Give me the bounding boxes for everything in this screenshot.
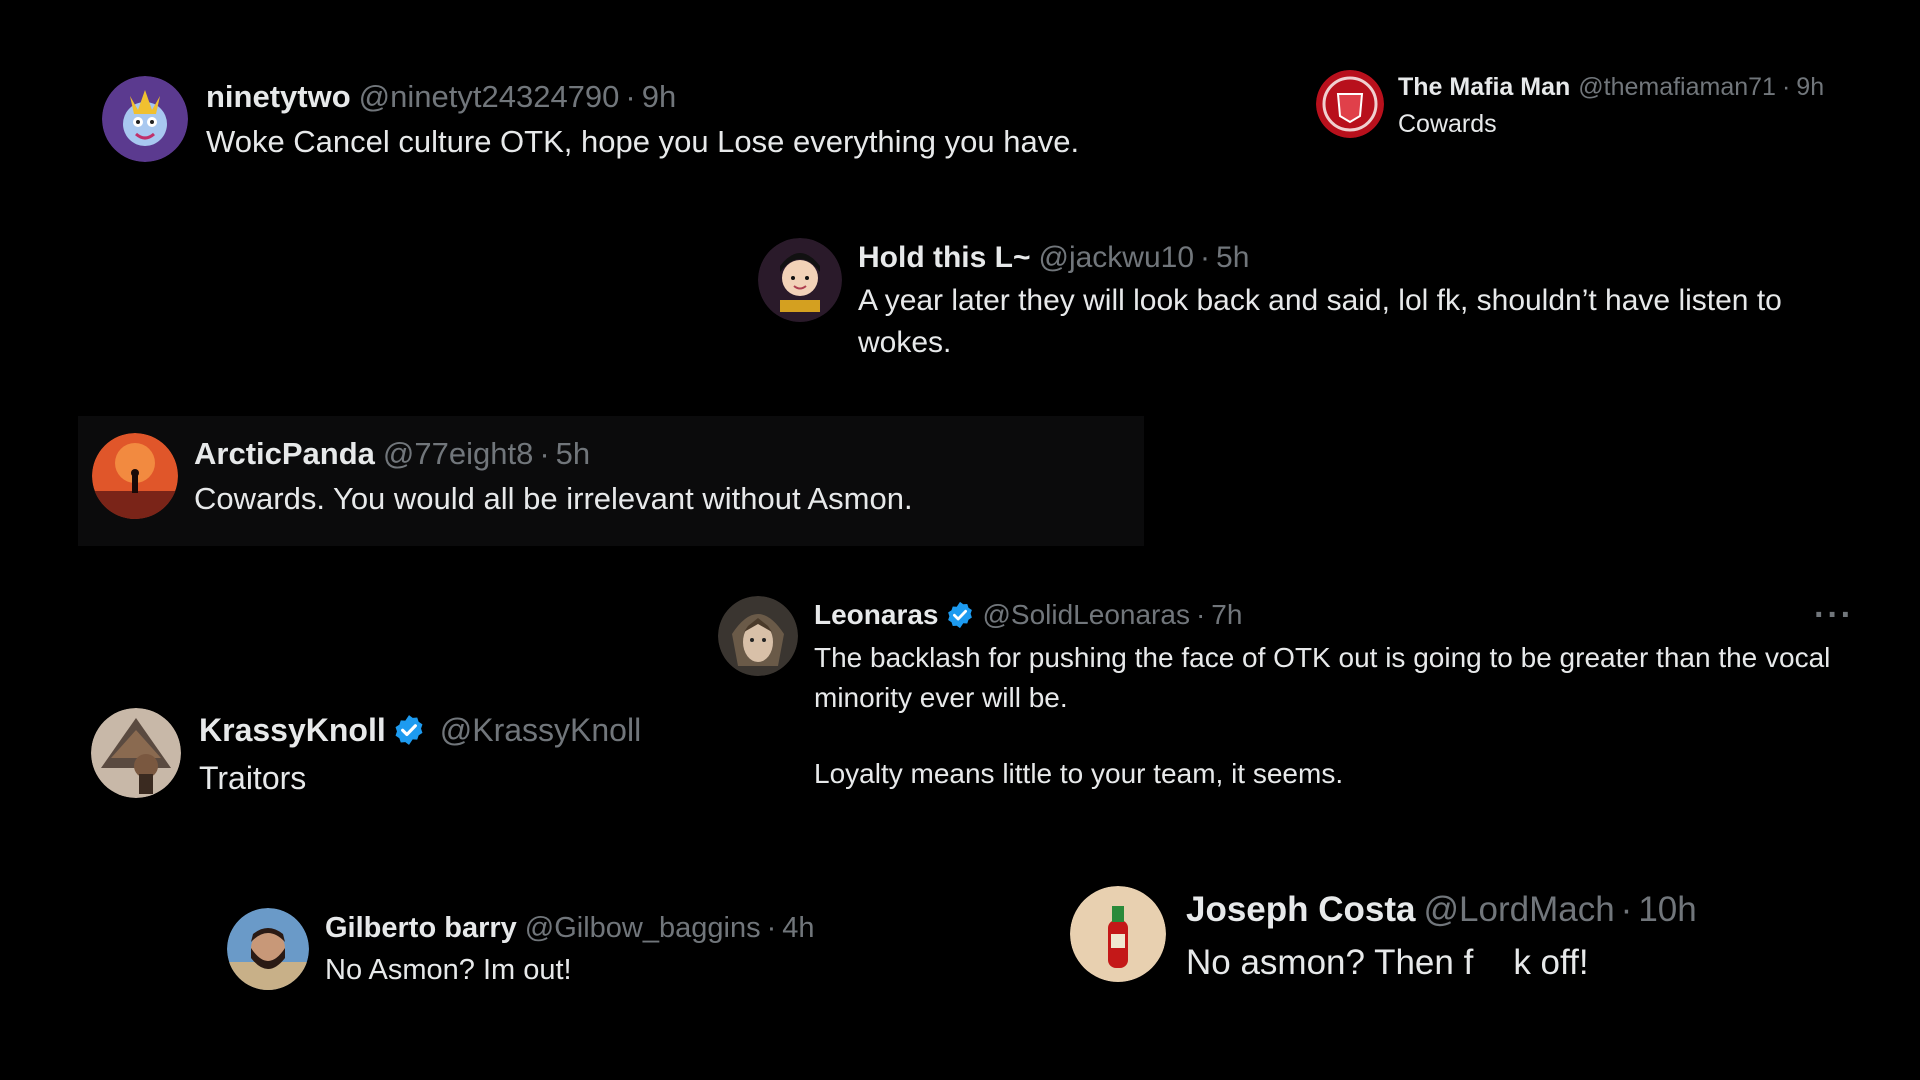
user-handle[interactable]: @KrassyKnoll [440,712,641,749]
separator-dot: · [1620,890,1633,929]
display-name[interactable]: ninetytwo [206,79,351,115]
user-handle[interactable]: @ninetyt24324790 [359,79,620,115]
tweet-text: Cowards [1398,110,1497,138]
avatar[interactable] [102,76,188,162]
display-name[interactable]: ArcticPanda [194,436,375,472]
user-handle[interactable]: @LordMach [1424,890,1615,930]
tweet-text: The backlash for pushing the face of OTK… [814,642,1831,713]
user-handle[interactable]: @77eight8 [383,436,533,472]
verified-badge-icon [945,600,975,630]
tweet-text: Cowards. You would all be irrelevant wit… [194,481,913,516]
separator-dot: · [1781,72,1791,101]
timestamp[interactable]: 5h [1216,241,1249,275]
tweet-text: No asmon? Then f k off! [1186,940,1697,986]
separator-dot: · [766,911,777,944]
avatar[interactable] [1070,886,1166,982]
user-handle[interactable]: @jackwu10 [1039,241,1195,275]
timestamp[interactable]: 7h [1211,599,1242,631]
avatar[interactable] [91,708,181,798]
timestamp[interactable]: 9h [1796,73,1824,102]
display-name[interactable]: Leonaras [814,599,939,631]
tweet-text-paragraph-2: Loyalty means little to your team, it se… [814,757,1344,789]
user-handle[interactable]: @SolidLeonaras [983,599,1190,631]
user-handle[interactable]: @Gilbow_baggins [525,912,761,945]
tweet-text: No Asmon? Im out! [325,954,572,986]
separator-dot: · [1195,599,1206,630]
display-name[interactable]: Gilberto barry [325,912,517,945]
user-handle[interactable]: @themafiaman71 [1578,73,1776,102]
avatar[interactable] [758,238,842,322]
verified-badge-icon [392,713,426,747]
tweet-joseph-costa[interactable]: Joseph Costa @LordMach · 10h No asmon? T… [1070,886,1697,986]
tweet-ninetytwo[interactable]: ninetytwo @ninetyt24324790 · 9h Woke Can… [102,76,1079,162]
avatar[interactable] [718,596,798,676]
timestamp[interactable]: 9h [642,79,676,115]
tweet-the-mafia-man[interactable]: The Mafia Man @themafiaman71 · 9h Coward… [1316,70,1824,141]
timestamp[interactable]: 5h [556,436,590,472]
avatar[interactable] [1316,70,1384,138]
tweet-gilberto-barry[interactable]: Gilberto barry @Gilbow_baggins · 4h No A… [227,908,815,990]
display-name[interactable]: Hold this L~ [858,241,1031,275]
tweet-arcticpanda[interactable]: ArcticPanda @77eight8 · 5h Cowards. You … [92,433,913,519]
separator-dot: · [625,79,636,114]
more-options-icon[interactable]: ··· [1814,596,1854,634]
tweet-text-part-2: k off! [1513,943,1589,982]
avatar[interactable] [92,433,178,519]
tweet-krassyknoll[interactable]: KrassyKnoll @KrassyKnoll Traitors [91,708,641,800]
display-name[interactable]: Joseph Costa [1186,890,1416,930]
tweet-leonaras[interactable]: Leonaras @SolidLeonaras · 7h The backlas… [718,596,1904,792]
timestamp[interactable]: 10h [1638,890,1696,930]
tweet-text-part-1: No asmon? Then f [1186,943,1474,982]
tweet-hold-this-l[interactable]: Hold this L~ @jackwu10 · 5h A year later… [758,238,1878,364]
tweet-text: A year later they will look back and sai… [858,284,1782,359]
display-name[interactable]: KrassyKnoll [199,712,386,749]
timestamp[interactable]: 4h [782,912,814,945]
avatar[interactable] [227,908,309,990]
display-name[interactable]: The Mafia Man [1398,73,1570,102]
tweet-text: Traitors [199,760,307,796]
separator-dot: · [539,436,550,471]
tweet-text: Woke Cancel culture OTK, hope you Lose e… [206,124,1080,159]
separator-dot: · [1200,241,1211,274]
